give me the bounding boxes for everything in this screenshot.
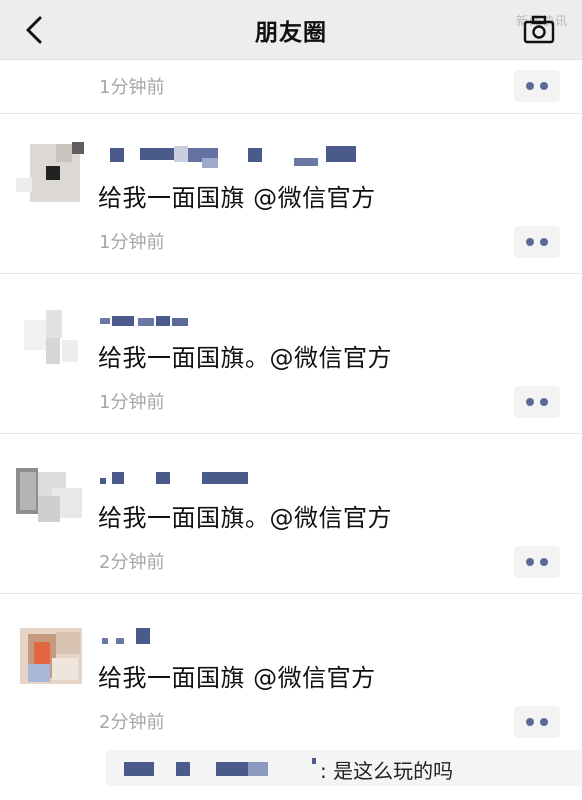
comment-text: : 是这么玩的吗 [320,759,454,783]
more-button[interactable] [514,386,560,418]
avatar-pixelated-image [16,458,86,528]
post-time: 1分钟前 [99,392,165,413]
page-title: 朋友圈 [255,20,327,46]
more-dot [526,558,534,566]
feed-post: 给我一面国旗。@微信官方 2分钟前 [0,434,582,594]
pixelated-name [102,628,150,644]
top-nav-bar: 朋友圈 新闻快讯 [0,0,582,60]
avatar[interactable] [16,298,86,368]
more-dot [540,558,548,566]
more-dot [526,82,534,90]
avatar-pixelated-image [16,298,86,368]
post-content: 给我一面国旗。@微信官方 [98,344,392,372]
pixelated-name [100,316,188,326]
more-button[interactable] [514,706,560,738]
more-dot [526,238,534,246]
pixelated-name [110,146,356,168]
more-dot [540,398,548,406]
post-content: 给我一面国旗 @微信官方 [98,664,376,692]
comment-box: : 是这么玩的吗 [106,750,582,786]
post-time: 2分钟前 [99,712,165,733]
camera-icon [523,15,555,44]
more-button[interactable] [514,546,560,578]
avatar[interactable] [16,138,86,208]
author-name-blurred[interactable] [98,460,378,490]
pixelated-name [100,472,248,484]
post-time: 2分钟前 [99,552,165,573]
avatar-pixelated-image [16,138,86,208]
more-dot [540,82,548,90]
more-button[interactable] [514,70,560,102]
feed-item-partial: 1分钟前 [0,60,582,114]
more-dot [526,398,534,406]
avatar[interactable] [16,618,86,688]
author-name-blurred[interactable] [98,620,378,650]
more-dot [540,238,548,246]
post-content: 给我一面国旗 @微信官方 [98,184,376,212]
commenter-name-blurred[interactable] [116,756,316,780]
author-name-blurred[interactable] [98,140,378,170]
camera-button[interactable] [522,13,556,45]
post-time: 1分钟前 [99,232,165,253]
avatar[interactable] [16,458,86,528]
feed-post: 给我一面国旗 @微信官方 1分钟前 [0,114,582,274]
more-button[interactable] [514,226,560,258]
author-name-blurred[interactable] [98,300,378,330]
post-content: 给我一面国旗。@微信官方 [98,504,392,532]
feed-post: 给我一面国旗。@微信官方 1分钟前 [0,274,582,434]
avatar-pixelated-image [16,618,86,688]
more-dot [526,718,534,726]
post-time: 1分钟前 [99,77,165,98]
more-dot [540,718,548,726]
